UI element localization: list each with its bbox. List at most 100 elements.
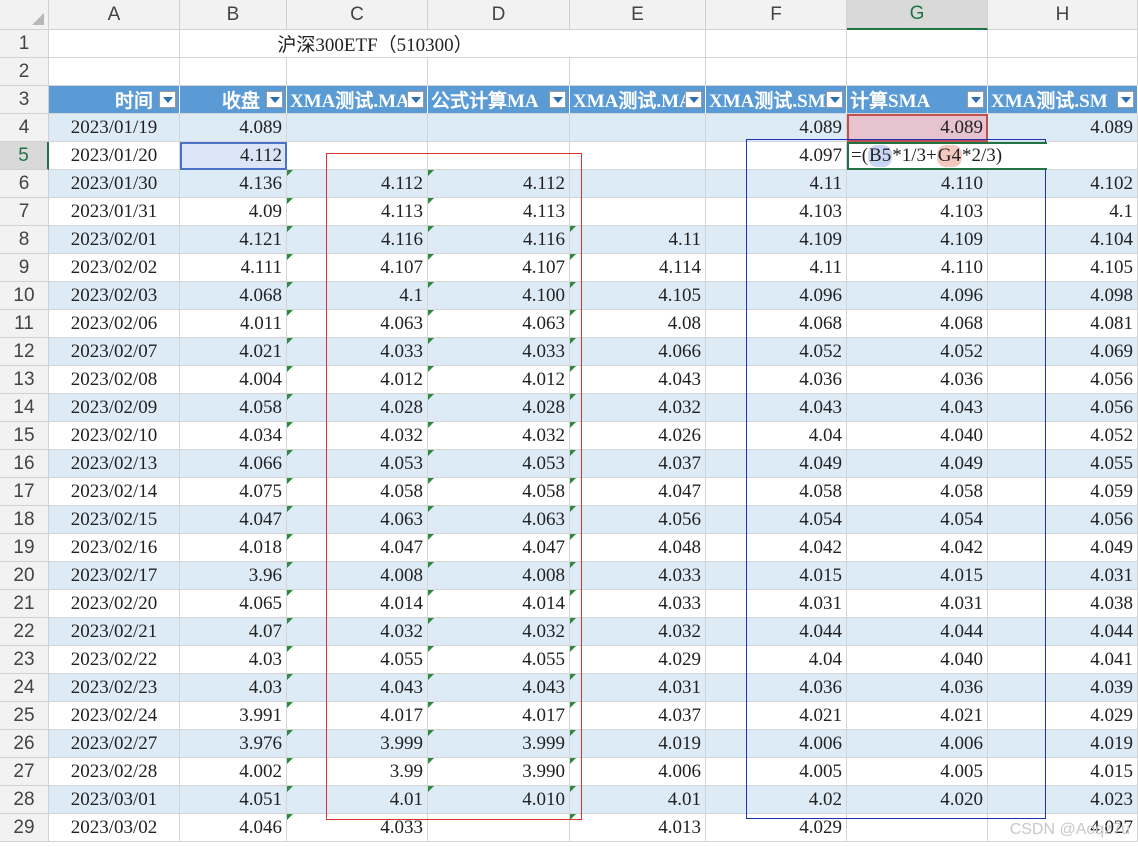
cell-h13[interactable]: 4.056 <box>988 366 1138 394</box>
row-header-7[interactable]: 7 <box>0 198 49 226</box>
cell-h12[interactable]: 4.069 <box>988 338 1138 366</box>
cell-b4[interactable]: 4.089 <box>180 114 287 142</box>
cell-h24[interactable]: 4.039 <box>988 674 1138 702</box>
row-header-4[interactable]: 4 <box>0 114 49 142</box>
cell-g22[interactable]: 4.044 <box>847 618 988 646</box>
cell-b23[interactable]: 4.03 <box>180 646 287 674</box>
cell-c12[interactable]: 4.033 <box>287 338 428 366</box>
cell-b8[interactable]: 4.121 <box>180 226 287 254</box>
row-header-13[interactable]: 13 <box>0 366 49 394</box>
cell-g29[interactable] <box>847 814 988 842</box>
cell-c23[interactable]: 4.055 <box>287 646 428 674</box>
cell-b15[interactable]: 4.034 <box>180 422 287 450</box>
cell-e24[interactable]: 4.031 <box>570 674 706 702</box>
cell-a24[interactable]: 2023/02/23 <box>49 674 180 702</box>
row-header-22[interactable]: 22 <box>0 618 49 646</box>
cell-g6[interactable]: 4.110 <box>847 170 988 198</box>
cell-a8[interactable]: 2023/02/01 <box>49 226 180 254</box>
cell-d27[interactable]: 3.990 <box>428 758 570 786</box>
cell-f18[interactable]: 4.054 <box>706 506 847 534</box>
cell-e1[interactable] <box>570 30 706 58</box>
cell-f29[interactable]: 4.029 <box>706 814 847 842</box>
cell-e21[interactable]: 4.033 <box>570 590 706 618</box>
cell-c5[interactable] <box>287 142 428 170</box>
cell-e15[interactable]: 4.026 <box>570 422 706 450</box>
filter-dropdown-c[interactable] <box>407 91 424 108</box>
cell-c26[interactable]: 3.999 <box>287 730 428 758</box>
cell-b29[interactable]: 4.046 <box>180 814 287 842</box>
cell-g20[interactable]: 4.015 <box>847 562 988 590</box>
cell-b19[interactable]: 4.018 <box>180 534 287 562</box>
cell-d2[interactable] <box>428 58 570 86</box>
cell-b27[interactable]: 4.002 <box>180 758 287 786</box>
cell-d8[interactable]: 4.116 <box>428 226 570 254</box>
cell-g25[interactable]: 4.021 <box>847 702 988 730</box>
cell-a15[interactable]: 2023/02/10 <box>49 422 180 450</box>
cell-a21[interactable]: 2023/02/20 <box>49 590 180 618</box>
cell-e19[interactable]: 4.048 <box>570 534 706 562</box>
row-header-12[interactable]: 12 <box>0 338 49 366</box>
cell-e10[interactable]: 4.105 <box>570 282 706 310</box>
cell-f1[interactable] <box>706 30 847 58</box>
cell-d29[interactable] <box>428 814 570 842</box>
cell-c24[interactable]: 4.043 <box>287 674 428 702</box>
cell-f21[interactable]: 4.031 <box>706 590 847 618</box>
cell-e22[interactable]: 4.032 <box>570 618 706 646</box>
cell-a6[interactable]: 2023/01/30 <box>49 170 180 198</box>
cell-f4[interactable]: 4.089 <box>706 114 847 142</box>
cell-d25[interactable]: 4.017 <box>428 702 570 730</box>
cell-a29[interactable]: 2023/03/02 <box>49 814 180 842</box>
row-header-23[interactable]: 23 <box>0 646 49 674</box>
cell-e17[interactable]: 4.047 <box>570 478 706 506</box>
cell-b25[interactable]: 3.991 <box>180 702 287 730</box>
row-header-27[interactable]: 27 <box>0 758 49 786</box>
cell-e2[interactable] <box>570 58 706 86</box>
filter-dropdown-d[interactable] <box>549 91 566 108</box>
column-header-d[interactable]: D <box>428 0 570 30</box>
cell-f2[interactable] <box>706 58 847 86</box>
cell-f20[interactable]: 4.015 <box>706 562 847 590</box>
cell-a14[interactable]: 2023/02/09 <box>49 394 180 422</box>
cell-g11[interactable]: 4.068 <box>847 310 988 338</box>
cell-f16[interactable]: 4.049 <box>706 450 847 478</box>
cell-b9[interactable]: 4.111 <box>180 254 287 282</box>
cell-d16[interactable]: 4.053 <box>428 450 570 478</box>
row-header-2[interactable]: 2 <box>0 58 49 86</box>
cell-b14[interactable]: 4.058 <box>180 394 287 422</box>
cell-g28[interactable]: 4.020 <box>847 786 988 814</box>
cell-h7[interactable]: 4.1 <box>988 198 1138 226</box>
cell-d24[interactable]: 4.043 <box>428 674 570 702</box>
cell-a26[interactable]: 2023/02/27 <box>49 730 180 758</box>
cell-b10[interactable]: 4.068 <box>180 282 287 310</box>
filter-dropdown-g[interactable] <box>967 91 984 108</box>
cell-a25[interactable]: 2023/02/24 <box>49 702 180 730</box>
row-header-11[interactable]: 11 <box>0 310 49 338</box>
cell-h11[interactable]: 4.081 <box>988 310 1138 338</box>
cell-b26[interactable]: 3.976 <box>180 730 287 758</box>
row-header-21[interactable]: 21 <box>0 590 49 618</box>
row-header-25[interactable]: 25 <box>0 702 49 730</box>
active-formula-cell-g5[interactable]: =(B5 *1/3+ G4 *2/3) <box>847 142 1047 170</box>
column-header-e[interactable]: E <box>570 0 706 30</box>
cell-a10[interactable]: 2023/02/03 <box>49 282 180 310</box>
cell-b21[interactable]: 4.065 <box>180 590 287 618</box>
column-header-g[interactable]: G <box>847 0 988 30</box>
cell-c6[interactable]: 4.112 <box>287 170 428 198</box>
cell-h27[interactable]: 4.015 <box>988 758 1138 786</box>
cell-d20[interactable]: 4.008 <box>428 562 570 590</box>
cell-e11[interactable]: 4.08 <box>570 310 706 338</box>
cell-g2[interactable] <box>847 58 988 86</box>
cell-d10[interactable]: 4.100 <box>428 282 570 310</box>
cell-d5[interactable] <box>428 142 570 170</box>
row-header-17[interactable]: 17 <box>0 478 49 506</box>
cell-g24[interactable]: 4.036 <box>847 674 988 702</box>
cell-b13[interactable]: 4.004 <box>180 366 287 394</box>
cell-g1[interactable] <box>847 30 988 58</box>
cell-c20[interactable]: 4.008 <box>287 562 428 590</box>
cell-c4[interactable] <box>287 114 428 142</box>
cell-g10[interactable]: 4.096 <box>847 282 988 310</box>
cell-d11[interactable]: 4.063 <box>428 310 570 338</box>
cell-h6[interactable]: 4.102 <box>988 170 1138 198</box>
cell-f11[interactable]: 4.068 <box>706 310 847 338</box>
row-header-19[interactable]: 19 <box>0 534 49 562</box>
